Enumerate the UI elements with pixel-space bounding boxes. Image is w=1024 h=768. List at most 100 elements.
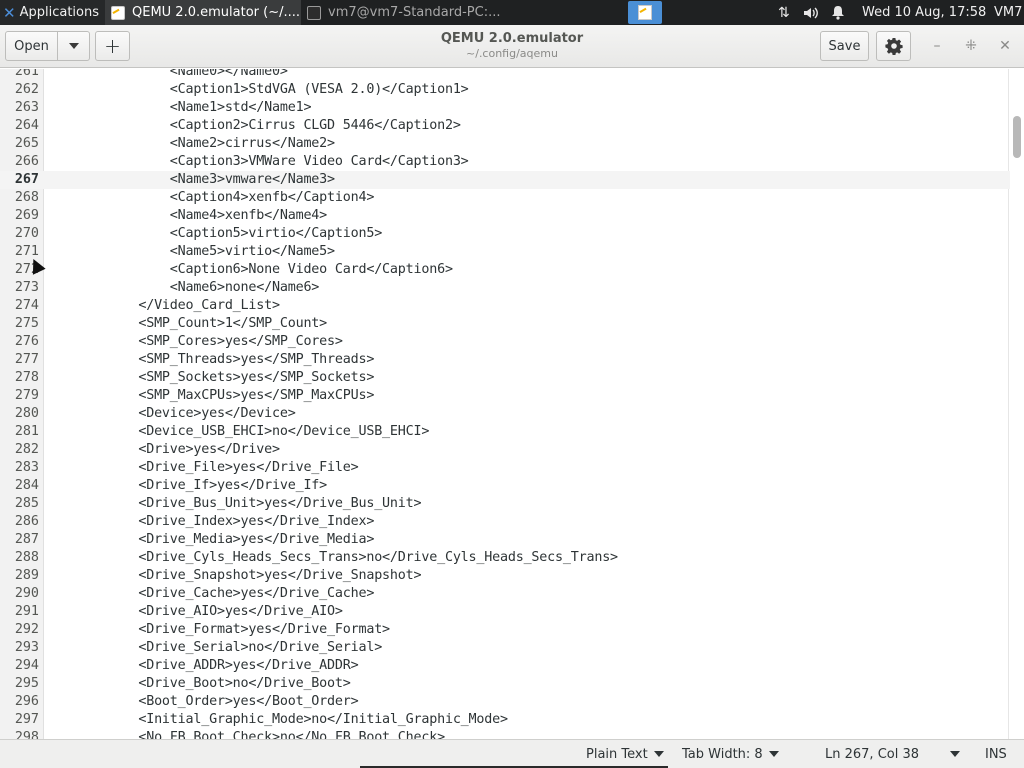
code-line[interactable]: 270 <Caption5>virtio</Caption5> xyxy=(0,225,1010,243)
code-line[interactable]: 283 <Drive_File>yes</Drive_File> xyxy=(0,459,1010,477)
maximize-button[interactable]: ⁜ xyxy=(961,37,981,55)
applications-menu-button[interactable]: ✕ Applications xyxy=(0,0,105,25)
code-line[interactable]: 284 <Drive_If>yes</Drive_If> xyxy=(0,477,1010,495)
line-text[interactable]: <Drive_Serial>no</Drive_Serial> xyxy=(44,639,382,657)
code-line[interactable]: 295 <Drive_Boot>no</Drive_Boot> xyxy=(0,675,1010,693)
line-text[interactable]: <Name3>vmware</Name3> xyxy=(44,171,335,189)
code-line[interactable]: 297 <Initial_Graphic_Mode>no</Initial_Gr… xyxy=(0,711,1010,729)
open-recent-dropdown-button[interactable] xyxy=(57,31,90,61)
speaker-icon[interactable] xyxy=(803,0,819,25)
line-text[interactable]: <Name6>none</Name6> xyxy=(44,279,320,297)
line-text[interactable]: <Drive_Cyls_Heads_Secs_Trans>no</Drive_C… xyxy=(44,549,618,567)
line-text[interactable]: <Drive_Format>yes</Drive_Format> xyxy=(44,621,390,639)
code-line[interactable]: 268 <Caption4>xenfb</Caption4> xyxy=(0,189,1010,207)
line-text[interactable]: <Device>yes</Device> xyxy=(44,405,295,423)
code-line[interactable]: 275 <SMP_Count>1</SMP_Count> xyxy=(0,315,1010,333)
line-text[interactable]: <No_FB_Boot_Check>no</No_FB_Boot_Check> xyxy=(44,729,445,739)
settings-menu-button[interactable] xyxy=(876,31,911,61)
line-text[interactable]: <Drive_Cache>yes</Drive_Cache> xyxy=(44,585,374,603)
line-text[interactable]: <Name2>cirrus</Name2> xyxy=(44,135,335,153)
code-line[interactable]: 269 <Name4>xenfb</Name4> xyxy=(0,207,1010,225)
tab-width-selector[interactable]: Tab Width: 8 xyxy=(682,740,779,768)
line-text[interactable]: <Caption6>None Video Card</Caption6> xyxy=(44,261,453,279)
code-line[interactable]: 263 <Name1>std</Name1> xyxy=(0,99,1010,117)
vertical-scrollbar[interactable] xyxy=(1010,69,1024,739)
line-text[interactable]: <Initial_Graphic_Mode>no</Initial_Graphi… xyxy=(44,711,508,729)
scrollbar-thumb[interactable] xyxy=(1013,116,1021,158)
insert-mode-indicator[interactable]: INS xyxy=(985,740,1007,768)
line-text[interactable]: <Caption1>StdVGA (VESA 2.0)</Caption1> xyxy=(44,81,469,99)
new-document-button[interactable]: + xyxy=(95,31,130,61)
line-text[interactable]: <SMP_Threads>yes</SMP_Threads> xyxy=(44,351,374,369)
line-text[interactable]: <Drive_Snapshot>yes</Drive_Snapshot> xyxy=(44,567,421,585)
code-line[interactable]: 273 <Name6>none</Name6> xyxy=(0,279,1010,297)
code-line[interactable]: 282 <Drive>yes</Drive> xyxy=(0,441,1010,459)
text-editor-view[interactable]: 261 <Name0></Name0> 262 <Caption1>StdVGA … xyxy=(0,69,1010,739)
line-text[interactable]: <Drive_AIO>yes</Drive_AIO> xyxy=(44,603,343,621)
line-text[interactable]: <Boot_Order>yes</Boot_Order> xyxy=(44,693,358,711)
code-line[interactable]: 264 <Caption2>Cirrus CLGD 5446</Caption2… xyxy=(0,117,1010,135)
line-text[interactable]: <Drive_If>yes</Drive_If> xyxy=(44,477,327,495)
code-line[interactable]: 294 <Drive_ADDR>yes</Drive_ADDR> xyxy=(0,657,1010,675)
code-line[interactable]: 292 <Drive_Format>yes</Drive_Format> xyxy=(0,621,1010,639)
line-text[interactable]: <Name0></Name0> xyxy=(44,69,288,81)
code-line[interactable]: 279 <SMP_MaxCPUs>yes</SMP_MaxCPUs> xyxy=(0,387,1010,405)
taskbar-item-terminal[interactable]: vm7@vm7-Standard-PC:... xyxy=(301,0,501,25)
clock[interactable]: Wed 10 Aug, 17:58 xyxy=(862,0,986,25)
code-line[interactable]: 289 <Drive_Snapshot>yes</Drive_Snapshot> xyxy=(0,567,1010,585)
line-text[interactable]: <Drive_Index>yes</Drive_Index> xyxy=(44,513,374,531)
minimize-button[interactable]: – xyxy=(927,37,947,55)
network-arrows-icon[interactable]: ⇅ xyxy=(778,0,790,25)
line-text[interactable]: <SMP_MaxCPUs>yes</SMP_MaxCPUs> xyxy=(44,387,374,405)
line-text[interactable]: <Drive_Bus_Unit>yes</Drive_Bus_Unit> xyxy=(44,495,421,513)
code-line[interactable]: 261 <Name0></Name0> xyxy=(0,69,1010,81)
bell-icon[interactable] xyxy=(831,0,845,25)
code-line[interactable]: 285 <Drive_Bus_Unit>yes</Drive_Bus_Unit> xyxy=(0,495,1010,513)
taskbar-item-editor[interactable]: QEMU 2.0.emulator (~/.... xyxy=(105,0,301,25)
text-area[interactable]: 261 <Name0></Name0> 262 <Caption1>StdVGA … xyxy=(0,69,1010,739)
code-line[interactable]: 278 <SMP_Sockets>yes</SMP_Sockets> xyxy=(0,369,1010,387)
line-text[interactable]: <SMP_Cores>yes</SMP_Cores> xyxy=(44,333,343,351)
code-line[interactable]: 271 <Name5>virtio</Name5> xyxy=(0,243,1010,261)
save-button[interactable]: Save xyxy=(820,31,869,61)
code-line[interactable]: 296 <Boot_Order>yes</Boot_Order> xyxy=(0,693,1010,711)
line-text[interactable]: <Caption4>xenfb</Caption4> xyxy=(44,189,375,207)
code-line[interactable]: 291 <Drive_AIO>yes</Drive_AIO> xyxy=(0,603,1010,621)
line-text[interactable]: <Drive_Media>yes</Drive_Media> xyxy=(44,531,374,549)
code-line[interactable]: 280 <Device>yes</Device> xyxy=(0,405,1010,423)
line-text[interactable]: <Device_USB_EHCI>no</Device_USB_EHCI> xyxy=(44,423,429,441)
close-button[interactable]: ✕ xyxy=(995,37,1015,55)
code-line[interactable]: 276 <SMP_Cores>yes</SMP_Cores> xyxy=(0,333,1010,351)
code-line[interactable]: 274 </Video_Card_List> xyxy=(0,297,1010,315)
line-text[interactable]: <Name4>xenfb</Name4> xyxy=(44,207,327,225)
open-button[interactable]: Open xyxy=(5,31,58,61)
line-text[interactable]: <SMP_Count>1</SMP_Count> xyxy=(44,315,327,333)
user-menu[interactable]: VM7 xyxy=(994,0,1022,25)
code-line[interactable]: 272 <Caption6>None Video Card</Caption6> xyxy=(0,261,1010,279)
code-line[interactable]: 287 <Drive_Media>yes</Drive_Media> xyxy=(0,531,1010,549)
language-selector[interactable]: Plain Text xyxy=(586,740,664,768)
line-text[interactable]: <Drive_ADDR>yes</Drive_ADDR> xyxy=(44,657,358,675)
code-line[interactable]: 288 <Drive_Cyls_Heads_Secs_Trans>no</Dri… xyxy=(0,549,1010,567)
line-text[interactable]: <Name1>std</Name1> xyxy=(44,99,312,117)
code-line[interactable]: 266 <Caption3>VMWare Video Card</Caption… xyxy=(0,153,1010,171)
code-line[interactable]: 293 <Drive_Serial>no</Drive_Serial> xyxy=(0,639,1010,657)
line-text[interactable]: <Name5>virtio</Name5> xyxy=(44,243,335,261)
line-text[interactable]: <Caption5>virtio</Caption5> xyxy=(44,225,382,243)
launcher-text-editor[interactable] xyxy=(628,1,662,24)
line-text[interactable]: <Caption3>VMWare Video Card</Caption3> xyxy=(44,153,469,171)
code-line[interactable]: 262 <Caption1>StdVGA (VESA 2.0)</Caption… xyxy=(0,81,1010,99)
code-line[interactable]: 298 <No_FB_Boot_Check>no</No_FB_Boot_Che… xyxy=(0,729,1010,739)
line-text[interactable]: <Drive_File>yes</Drive_File> xyxy=(44,459,358,477)
line-text[interactable]: </Video_Card_List> xyxy=(44,297,280,315)
line-text[interactable]: <SMP_Sockets>yes</SMP_Sockets> xyxy=(44,369,374,387)
go-to-line-dropdown[interactable] xyxy=(944,740,960,768)
line-text[interactable]: <Drive>yes</Drive> xyxy=(44,441,280,459)
code-line[interactable]: 265 <Name2>cirrus</Name2> xyxy=(0,135,1010,153)
line-text[interactable]: <Caption2>Cirrus CLGD 5446</Caption2> xyxy=(44,117,461,135)
code-line[interactable]: 281 <Device_USB_EHCI>no</Device_USB_EHCI… xyxy=(0,423,1010,441)
code-line[interactable]: 277 <SMP_Threads>yes</SMP_Threads> xyxy=(0,351,1010,369)
line-text[interactable]: <Drive_Boot>no</Drive_Boot> xyxy=(44,675,350,693)
cursor-position[interactable]: Ln 267, Col 38 xyxy=(825,740,919,768)
code-line[interactable]: 290 <Drive_Cache>yes</Drive_Cache> xyxy=(0,585,1010,603)
